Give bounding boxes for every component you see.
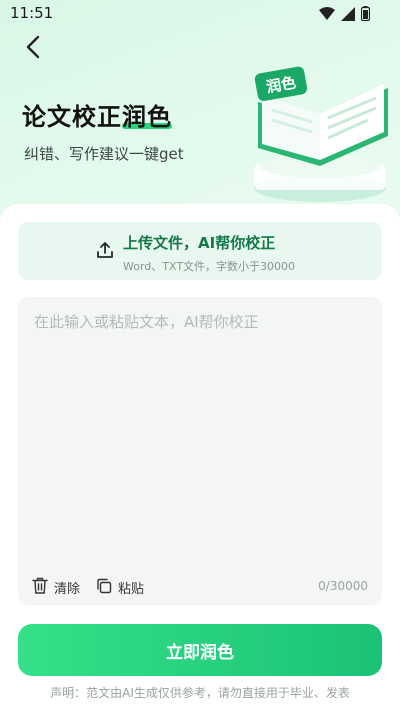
battery-icon xyxy=(361,6,370,21)
upload-file-button[interactable]: 上传文件，AI帮你校正 Word、TXT文件，字数小于30000 xyxy=(18,222,382,280)
book-illustration: 润色 xyxy=(228,48,396,208)
editor-actions: 清除 粘贴 xyxy=(32,577,144,598)
status-time: 11:51 xyxy=(10,4,54,22)
disclaimer-text: 声明：范文由AI生成仅供参考，请勿直接用于毕业、发表 xyxy=(50,686,350,700)
signal-icon xyxy=(341,6,355,21)
upload-icon xyxy=(95,240,115,264)
submit-button[interactable]: 立即润色 xyxy=(18,624,382,676)
clear-button[interactable]: 清除 xyxy=(32,577,80,598)
page-subtitle: 纠错、写作建议一键get xyxy=(24,145,184,163)
text-input[interactable] xyxy=(18,297,382,557)
back-button[interactable] xyxy=(18,34,48,64)
paste-button[interactable]: 粘贴 xyxy=(96,578,144,598)
editor-box: 清除 粘贴 0/30000 xyxy=(18,297,382,605)
page-title-main: 论文校正 xyxy=(22,103,122,131)
chevron-left-icon xyxy=(25,35,41,63)
clear-label: 清除 xyxy=(54,582,81,597)
status-icons xyxy=(319,6,370,21)
char-counter: 0/30000 xyxy=(318,579,368,593)
upload-title: 上传文件，AI帮你校正 xyxy=(123,234,276,252)
upload-hint: Word、TXT文件，字数小于30000 xyxy=(123,260,296,273)
paste-label: 粘贴 xyxy=(118,582,145,597)
wifi-icon xyxy=(319,7,335,20)
copy-icon xyxy=(96,578,112,598)
page-title: 论文校正润色 xyxy=(22,97,172,132)
status-bar: 11:51 xyxy=(0,0,400,28)
trash-icon xyxy=(32,577,48,598)
page-title-highlight: 润色 xyxy=(122,103,172,131)
